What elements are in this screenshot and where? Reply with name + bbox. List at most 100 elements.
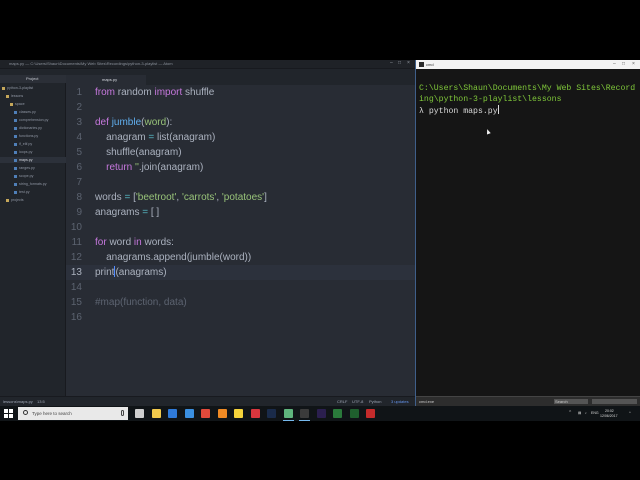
tree-folder[interactable]: python-3-playlist — [0, 85, 66, 91]
maximize-icon[interactable]: □ — [398, 60, 401, 66]
task-view-icon[interactable] — [135, 409, 144, 418]
code-token: in — [133, 237, 142, 248]
atom-icon[interactable] — [282, 409, 294, 421]
tree-file[interactable]: scope.py — [0, 173, 66, 179]
tree-file[interactable]: functions.py — [0, 133, 66, 139]
cmd-minimize-icon[interactable]: – — [613, 61, 616, 67]
tree-folder[interactable]: projects — [0, 197, 66, 203]
status-grammar[interactable]: Python — [369, 399, 381, 404]
code-line[interactable]: 14 — [66, 280, 415, 295]
status-updates[interactable]: 3 updates — [391, 399, 409, 404]
sticky-icon[interactable] — [234, 409, 243, 418]
recorder-icon[interactable] — [366, 409, 375, 418]
tree-item-label: comprehension.py — [19, 118, 49, 122]
code-token: print — [95, 267, 115, 278]
code-line[interactable]: 12 anagrams.append(jumble(word)) — [66, 250, 415, 265]
cmd-toolbar[interactable] — [592, 399, 637, 404]
language-indicator[interactable]: ENG — [591, 411, 599, 415]
cmd-caret — [497, 105, 499, 114]
file-explorer-icon[interactable] — [151, 409, 161, 418]
cmd-command-text: λ python maps.py — [419, 107, 498, 116]
photoshop-icon[interactable] — [267, 409, 276, 418]
tree-item-label: functions.py — [19, 134, 39, 138]
tree-folder[interactable]: lessons — [0, 93, 66, 99]
tree-item-label: ranges.py — [19, 166, 35, 170]
code-line[interactable]: 15 #map(function, data) — [66, 295, 415, 310]
code-line[interactable]: 4 anagram = list(anagram) — [66, 130, 415, 145]
camtasia-icon[interactable] — [333, 409, 342, 418]
code-token: word — [106, 237, 134, 248]
tree-item-label: classes.py — [19, 110, 36, 114]
line-number: 13 — [70, 267, 82, 278]
status-line-ending[interactable]: CRLF — [337, 399, 347, 404]
tree-item-label: scope.py — [19, 174, 34, 178]
status-cursor-position[interactable]: 13:5 — [37, 399, 45, 404]
atom-status-bar: lessons\maps.py 13:5 CRLF UTF-8 Python 3… — [0, 396, 415, 406]
close-icon[interactable]: × — [407, 60, 410, 66]
tree-file[interactable]: ranges.py — [0, 165, 66, 171]
tree-file[interactable]: maps.py — [0, 157, 66, 163]
tree-file[interactable]: comprehension.py — [0, 117, 66, 123]
tab-bar: maps.py — [66, 75, 415, 85]
network-icon[interactable]: ▤ — [578, 411, 581, 415]
cmd-tab-label[interactable]: cmd.exe — [419, 399, 434, 404]
firefox-icon[interactable] — [217, 409, 227, 418]
start-button[interactable] — [4, 409, 13, 418]
tree-file[interactable]: if_elif.py — [0, 141, 66, 147]
python-file-icon — [14, 158, 17, 162]
taskbar-search[interactable]: Type here to search — [18, 407, 128, 420]
store-icon[interactable] — [168, 409, 177, 418]
cmd-search-box[interactable]: Search — [554, 399, 588, 404]
code-line[interactable]: 7 — [66, 175, 415, 190]
tab-label: maps.py — [102, 77, 118, 82]
code-line[interactable]: 5 shuffle(anagram) — [66, 145, 415, 160]
folder-icon — [2, 86, 5, 90]
cmd-prompt-path-1: C:\Users\Shaun\Documents\My Web Sites\Re… — [419, 84, 636, 93]
minimize-icon[interactable]: – — [390, 60, 393, 66]
code-line[interactable]: 13 print(anagrams) — [66, 265, 415, 280]
code-line[interactable]: 3 def jumble(word): — [66, 115, 415, 130]
tree-file[interactable]: string_formats.py — [0, 181, 66, 187]
premiere-icon[interactable] — [316, 409, 326, 418]
notifications-icon[interactable]: ▫ — [629, 410, 631, 416]
vivaldi-icon[interactable] — [250, 409, 260, 418]
tree-file[interactable]: test.py — [0, 189, 66, 195]
tree-folder[interactable]: space — [0, 101, 66, 107]
code-token: .join(anagram) — [138, 162, 204, 173]
code-line[interactable]: 1 from random import shuffle — [66, 85, 415, 100]
tree-file[interactable]: classes.py — [0, 109, 66, 115]
code-text: #map(function, data) — [95, 295, 187, 310]
status-file-path[interactable]: lessons\maps.py — [3, 399, 33, 404]
code-token: 'potatoes' — [221, 192, 265, 203]
volume-icon[interactable]: ♪ — [585, 411, 587, 415]
line-number: 8 — [76, 192, 82, 203]
chrome-icon[interactable] — [201, 409, 210, 418]
code-editor[interactable]: 1 from random import shuffle 2 3 def jumble(… — [66, 85, 415, 396]
cmd-close-icon[interactable]: × — [632, 61, 635, 67]
clock-time[interactable]: 20:02 — [605, 409, 614, 413]
code-line[interactable]: 10 — [66, 220, 415, 235]
line-number: 1 — [76, 87, 82, 98]
tree-file[interactable]: dictionaries.py — [0, 125, 66, 131]
code-line[interactable]: 9 anagrams = [ ] — [66, 205, 415, 220]
tray-chevron-icon[interactable]: ⌃ — [568, 410, 572, 416]
line-number: 9 — [76, 207, 82, 218]
status-encoding[interactable]: UTF-8 — [352, 399, 363, 404]
code-line[interactable]: 2 — [66, 100, 415, 115]
tree-item-label: string_formats.py — [19, 182, 47, 186]
code-line[interactable]: 8 words = ['beetroot', 'carrots', 'potato… — [66, 190, 415, 205]
code-line[interactable]: 6 return ''.join(anagram) — [66, 160, 415, 175]
microphone-icon[interactable] — [121, 410, 124, 416]
clock-date[interactable]: 12/06/2017 — [600, 414, 618, 418]
cmd-maximize-icon[interactable]: □ — [622, 61, 625, 67]
cmd-icon[interactable] — [299, 409, 310, 421]
tree-file[interactable]: loops.py — [0, 149, 66, 155]
code-line[interactable]: 11 for word in words: — [66, 235, 415, 250]
code-line[interactable]: 16 — [66, 310, 415, 325]
tree-item-label: space — [15, 102, 25, 106]
terminal-icon[interactable] — [349, 409, 359, 418]
cmd-command-line[interactable]: λ python maps.py — [419, 105, 499, 117]
tab-maps-py[interactable]: maps.py — [66, 75, 146, 85]
edge-icon[interactable] — [184, 409, 194, 418]
